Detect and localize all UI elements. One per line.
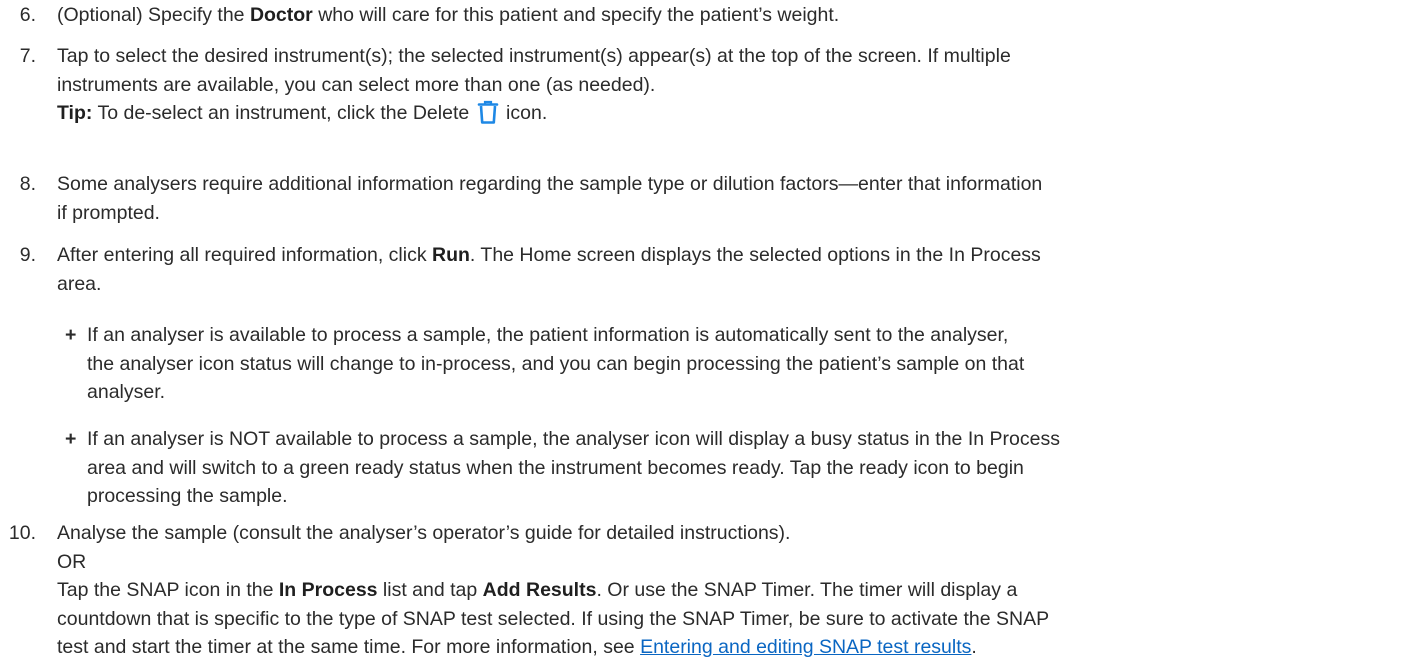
- step-number: 10.: [8, 522, 36, 544]
- step-number: 8.: [19, 173, 36, 195]
- step-text: countdown that is specific to the type o…: [57, 607, 1050, 630]
- bullet-text: If an analyser is available to process a…: [87, 324, 1009, 346]
- step-text: Tap the SNAP icon in the In Process list…: [57, 579, 1018, 601]
- bullet-item: + If an analyser is available to process…: [0, 321, 1402, 407]
- step-number: 7.: [19, 45, 36, 67]
- step-text: (Optional) Specify the Doctor who will c…: [57, 4, 840, 26]
- bullet-text: If an analyser is NOT available to proce…: [87, 428, 1060, 450]
- run-term: Run: [432, 244, 470, 266]
- doctor-term: Doctor: [249, 4, 313, 26]
- step-6: 6. (Optional) Specify the Doctor who wil…: [0, 1, 1402, 30]
- step-10: 10. Analyse the sample (consult the anal…: [0, 519, 1402, 662]
- bullet-plus-icon: +: [65, 428, 77, 450]
- tip-line: Tip: To de-select an instrument, click t…: [57, 100, 548, 124]
- bullet-text: analyser.: [87, 381, 166, 403]
- step-text: Analyse the sample (consult the analyser…: [57, 522, 791, 544]
- step-9: 9. After entering all required informati…: [0, 241, 1402, 298]
- step-text: OR: [57, 550, 87, 573]
- in-process-term: In Process: [278, 579, 378, 601]
- step-text: Some analysers require additional inform…: [57, 173, 1043, 195]
- tip-label: Tip:: [57, 102, 93, 124]
- step-text: if prompted.: [57, 201, 160, 224]
- step-text: area.: [57, 272, 102, 295]
- step-text: Tap to select the desired instrument(s);…: [57, 45, 1011, 67]
- bullet-text: the analyser icon status will change to …: [87, 352, 1025, 375]
- step-7: 7. Tap to select the desired instrument(…: [0, 42, 1402, 128]
- step-text: instruments are available, you can selec…: [57, 73, 656, 96]
- bullet-item: + If an analyser is NOT available to pro…: [0, 425, 1402, 511]
- snap-results-link[interactable]: Entering and editing SNAP test results: [640, 636, 971, 658]
- add-results-term: Add Results: [482, 579, 597, 601]
- bullet-plus-icon: +: [65, 324, 77, 346]
- step-number: 9.: [19, 244, 36, 266]
- step-8: 8. Some analysers require additional inf…: [0, 170, 1402, 227]
- trash-icon: [477, 100, 499, 124]
- step-text: After entering all required information,…: [57, 244, 1041, 266]
- step-number: 6.: [19, 4, 36, 26]
- step-text: test and start the timer at the same tim…: [57, 636, 977, 658]
- bullet-text: processing the sample.: [87, 485, 288, 507]
- bullet-text: area and will switch to a green ready st…: [87, 456, 1024, 479]
